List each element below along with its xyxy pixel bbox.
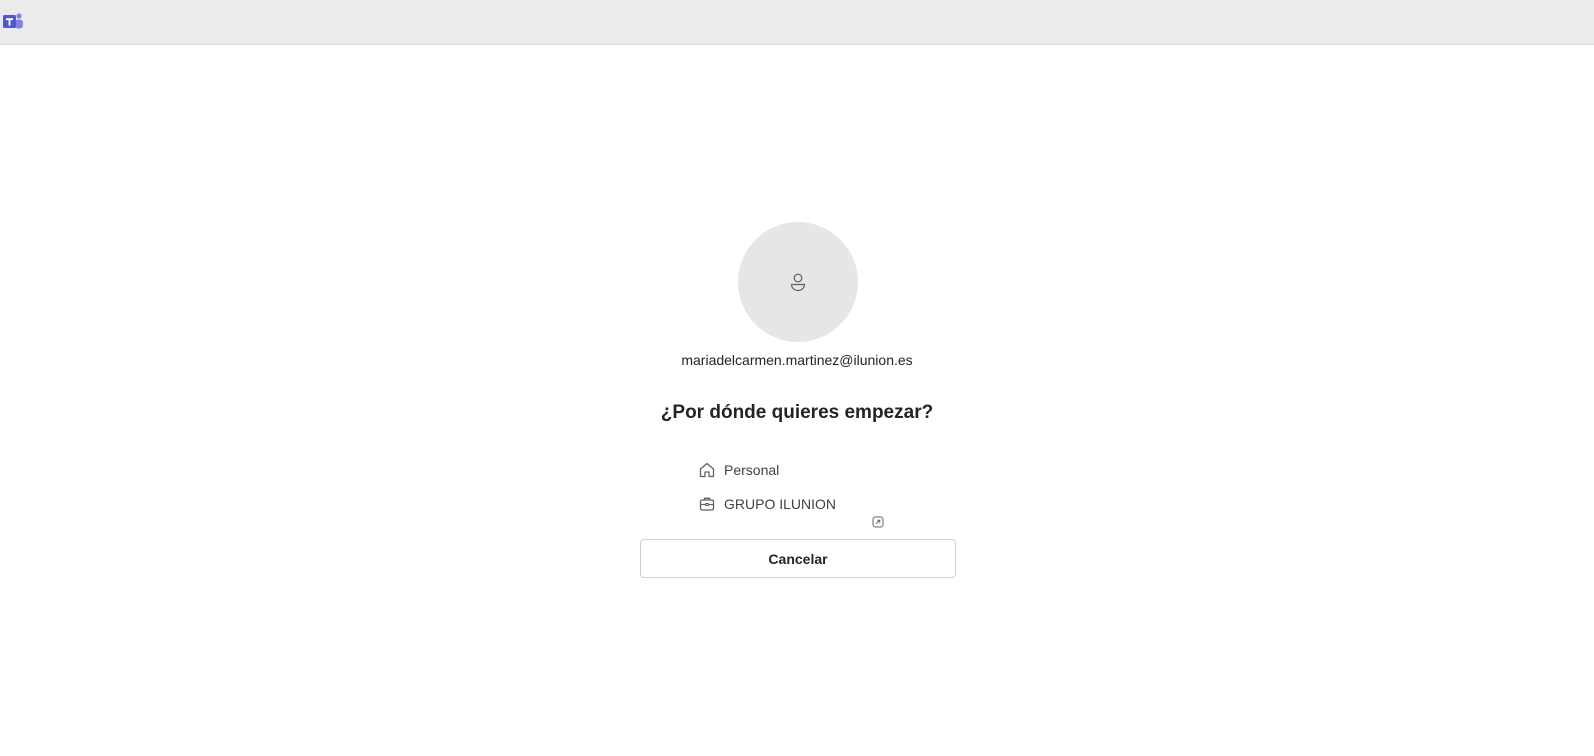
account-picker: mariadelcarmen.martinez@ilunion.es ¿Por … xyxy=(0,45,1594,756)
cancel-button[interactable]: Cancelar xyxy=(640,539,956,578)
page-title: ¿Por dónde quieres empezar? xyxy=(660,402,934,423)
home-icon xyxy=(699,462,715,478)
account-email: mariadelcarmen.martinez@ilunion.es xyxy=(681,352,913,368)
open-external-icon[interactable] xyxy=(872,516,884,528)
avatar xyxy=(738,222,858,342)
person-icon xyxy=(790,273,806,292)
option-grupo-ilunion[interactable]: GRUPO ILUNION xyxy=(698,491,898,517)
option-personal-label: Personal xyxy=(724,462,780,478)
teams-logo-icon xyxy=(3,13,23,29)
option-grupo-ilunion-label: GRUPO ILUNION xyxy=(724,496,837,512)
briefcase-icon xyxy=(699,497,715,511)
title-bar xyxy=(0,0,1594,45)
option-personal[interactable]: Personal xyxy=(698,457,898,483)
